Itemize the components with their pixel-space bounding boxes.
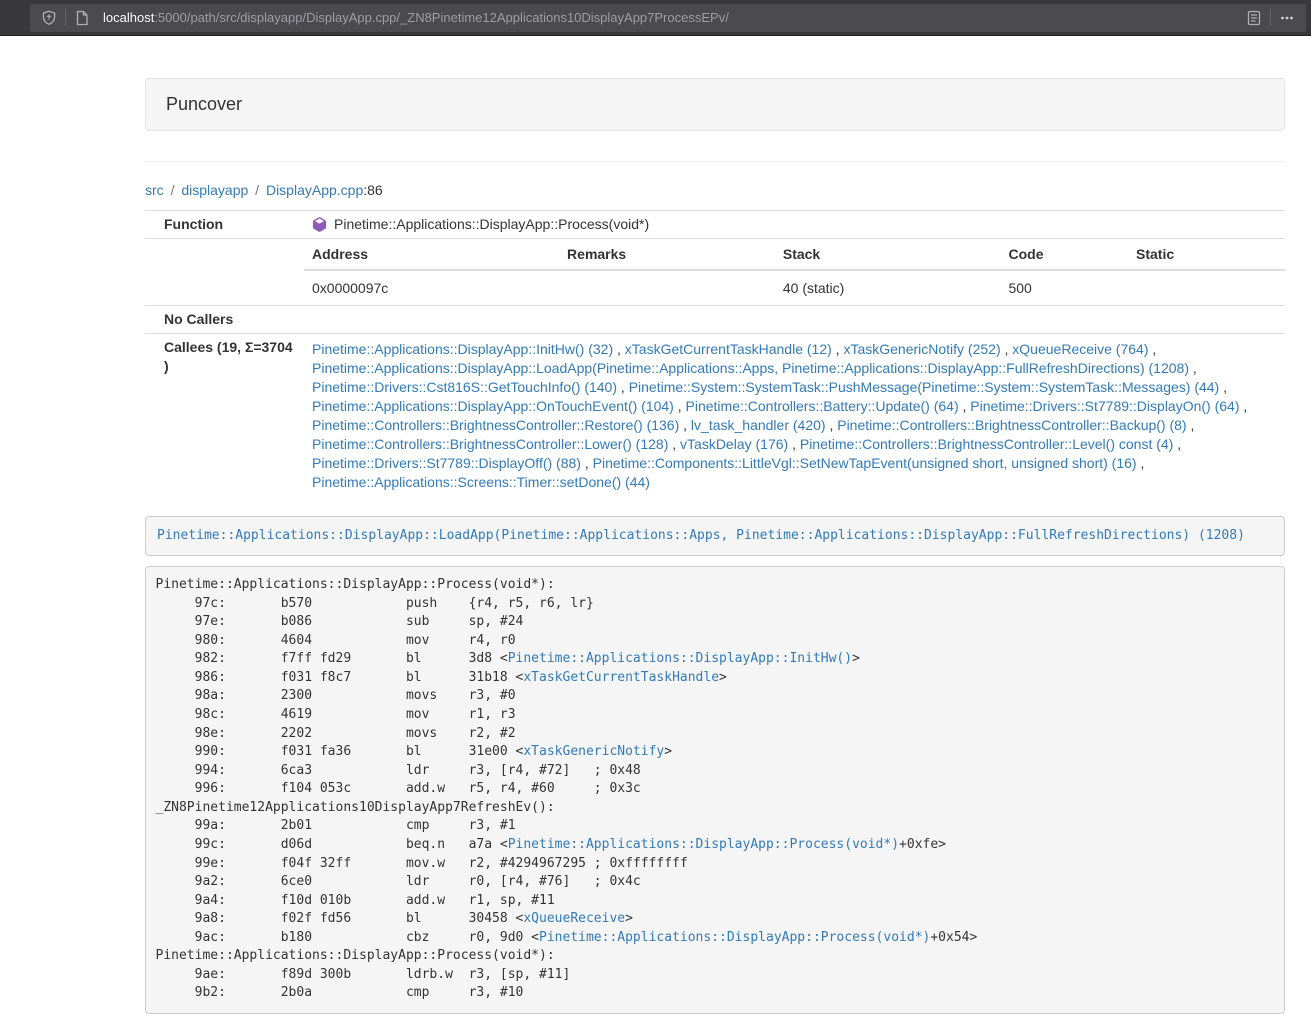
callees-label: Callees (19, Σ=3704 )	[145, 334, 304, 499]
metrics-row: Address Remarks Stack Code Static 0x0000…	[145, 239, 1285, 306]
function-name: Pinetime::Applications::DisplayApp::Proc…	[334, 215, 649, 234]
callee-separator: ,	[668, 436, 680, 452]
reader-mode-icon[interactable]	[1241, 5, 1267, 31]
breadcrumb-line-number: :86	[363, 182, 382, 198]
function-row: Function Pinetime::Applications::Display…	[145, 211, 1285, 239]
url-host: localhost	[103, 10, 154, 25]
callees-list: Pinetime::Applications::DisplayApp::Init…	[304, 334, 1285, 499]
column-header-stack: Stack	[775, 239, 1001, 270]
callee-separator: ,	[959, 398, 971, 414]
callee-separator: ,	[674, 398, 686, 414]
assembly-symbol-link[interactable]: xTaskGenericNotify	[523, 744, 664, 759]
callee-link[interactable]: lv_task_handler (420)	[691, 417, 826, 433]
callee-link[interactable]: Pinetime::Controllers::BrightnessControl…	[837, 417, 1186, 433]
callee-separator: ,	[1189, 360, 1197, 376]
column-header-remarks: Remarks	[559, 239, 775, 270]
callee-link[interactable]: Pinetime::Applications::DisplayApp::Init…	[312, 341, 613, 357]
highlighted-symbol-block: Pinetime::Applications::DisplayApp::Load…	[145, 516, 1285, 556]
column-header-address: Address	[304, 239, 559, 270]
callee-separator: ,	[1148, 341, 1156, 357]
callee-link[interactable]: Pinetime::Controllers::BrightnessControl…	[312, 436, 668, 452]
callee-link[interactable]: Pinetime::Applications::DisplayApp::OnTo…	[312, 398, 674, 414]
callee-separator: ,	[679, 417, 691, 433]
function-label: Function	[145, 211, 304, 239]
no-callers-label: No Callers	[145, 306, 304, 334]
no-callers-row: No Callers	[145, 306, 1285, 334]
page-proxy-icon[interactable]	[69, 5, 95, 31]
column-header-code: Code	[1000, 239, 1128, 270]
callee-separator: ,	[1187, 417, 1195, 433]
callee-link[interactable]: Pinetime::Applications::DisplayApp::Load…	[312, 360, 1189, 376]
callee-link[interactable]: Pinetime::Components::LittleVgl::SetNewT…	[593, 455, 1137, 471]
callee-separator: ,	[1240, 398, 1248, 414]
function-table: Function Pinetime::Applications::Display…	[145, 210, 1285, 498]
callees-row: Callees (19, Σ=3704 ) Pinetime::Applicat…	[145, 334, 1285, 499]
callee-link[interactable]: xQueueReceive (764)	[1012, 341, 1148, 357]
column-header-static: Static	[1128, 239, 1285, 270]
browser-toolbar: localhost:5000/path/src/displayapp/Displ…	[0, 0, 1311, 36]
callee-separator: ,	[826, 417, 838, 433]
url-text: localhost:5000/path/src/displayapp/Displ…	[103, 10, 729, 25]
urlbar-divider	[65, 9, 66, 26]
callee-separator: ,	[1001, 341, 1013, 357]
callee-separator: ,	[1137, 455, 1145, 471]
callee-link[interactable]: vTaskDelay (176)	[680, 436, 788, 452]
callee-link[interactable]: xTaskGenericNotify (252)	[843, 341, 1000, 357]
callee-separator: ,	[617, 379, 629, 395]
page-container: Puncover src / displayapp / DisplayApp.c…	[145, 36, 1285, 1014]
app-header: Puncover	[145, 78, 1285, 131]
header-divider	[145, 161, 1285, 162]
tracking-protection-shield-icon[interactable]	[36, 5, 62, 31]
breadcrumb-link-file[interactable]: DisplayApp.cpp	[266, 182, 363, 198]
highlighted-symbol-link[interactable]: Pinetime::Applications::DisplayApp::Load…	[157, 528, 1245, 543]
breadcrumb-separator: /	[252, 182, 262, 198]
callee-link[interactable]: Pinetime::Drivers::St7789::DisplayOn() (…	[970, 398, 1239, 414]
url-path: :5000/path/src/displayapp/DisplayApp.cpp…	[154, 10, 729, 25]
callee-separator: ,	[1173, 436, 1181, 452]
callee-separator: ,	[1219, 379, 1227, 395]
assembly-symbol-link[interactable]: xQueueReceive	[523, 911, 625, 926]
assembly-symbol-link[interactable]: Pinetime::Applications::DisplayApp::Proc…	[508, 837, 899, 852]
url-bar[interactable]: localhost:5000/path/src/displayapp/Displ…	[30, 4, 1306, 32]
assembly-code: Pinetime::Applications::DisplayApp::Proc…	[145, 566, 1285, 1014]
callee-separator: ,	[613, 341, 625, 357]
callee-link[interactable]: Pinetime::Drivers::St7789::DisplayOff() …	[312, 455, 581, 471]
breadcrumb-link-src[interactable]: src	[145, 182, 164, 198]
page-title: Puncover	[166, 94, 242, 114]
stack-value: 40 (static)	[775, 270, 1001, 305]
callee-link[interactable]: Pinetime::Applications::Screens::Timer::…	[312, 474, 650, 490]
callee-link[interactable]: xTaskGetCurrentTaskHandle (12)	[625, 341, 832, 357]
callee-link[interactable]: Pinetime::Controllers::Battery::Update()…	[686, 398, 959, 414]
breadcrumb-separator: /	[168, 182, 178, 198]
callee-link[interactable]: Pinetime::Drivers::Cst816S::GetTouchInfo…	[312, 379, 617, 395]
code-value: 500	[1000, 270, 1128, 305]
assembly-symbol-link[interactable]: xTaskGetCurrentTaskHandle	[523, 670, 719, 685]
callee-separator: ,	[788, 436, 800, 452]
metrics-data-row: 0x0000097c 40 (static) 500	[304, 270, 1285, 305]
remarks-value	[559, 270, 775, 305]
metrics-header-row: Address Remarks Stack Code Static	[304, 239, 1285, 270]
urlbar-divider-right	[1270, 9, 1271, 26]
static-value	[1128, 270, 1285, 305]
page-actions-ellipsis-icon[interactable]	[1274, 5, 1300, 31]
callee-link[interactable]: Pinetime::Controllers::BrightnessControl…	[312, 417, 679, 433]
callee-separator: ,	[832, 341, 844, 357]
assembly-symbol-link[interactable]: Pinetime::Applications::DisplayApp::Init…	[508, 651, 852, 666]
package-cube-icon	[312, 217, 327, 232]
breadcrumb: src / displayapp / DisplayApp.cpp:86	[145, 182, 1285, 198]
metrics-table: Address Remarks Stack Code Static 0x0000…	[304, 239, 1285, 305]
assembly-symbol-link[interactable]: Pinetime::Applications::DisplayApp::Proc…	[539, 930, 930, 945]
breadcrumb-link-displayapp[interactable]: displayapp	[181, 182, 248, 198]
callee-link[interactable]: Pinetime::System::SystemTask::PushMessag…	[629, 379, 1220, 395]
callee-link[interactable]: Pinetime::Controllers::BrightnessControl…	[800, 436, 1173, 452]
address-value: 0x0000097c	[304, 270, 559, 305]
callee-separator: ,	[581, 455, 593, 471]
